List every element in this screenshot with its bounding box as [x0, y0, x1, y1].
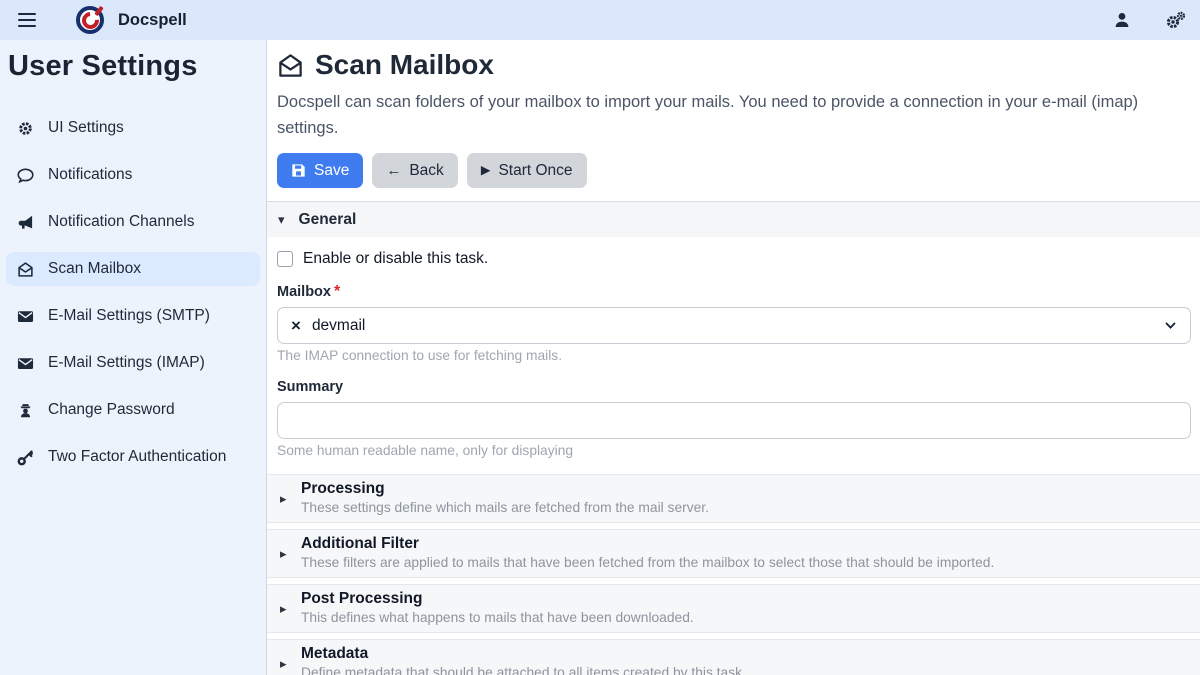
start-once-button-label: Start Once: [498, 162, 572, 180]
arrow-left-icon: ←: [386, 163, 401, 178]
sidebar-item-ui-settings[interactable]: UI Settings: [6, 111, 260, 145]
user-secret-icon: [16, 402, 35, 419]
sidebar-item-two-factor[interactable]: Two Factor Authentication: [6, 440, 260, 474]
enable-task-label: Enable or disable this task.: [303, 250, 488, 268]
play-icon: ▶: [481, 164, 491, 177]
sidebar-item-label: Two Factor Authentication: [48, 448, 226, 466]
processing-section-header[interactable]: ▸ Processing These settings define which…: [267, 474, 1200, 523]
sidebar-title: User Settings: [6, 46, 260, 85]
sidebar-item-email-imap[interactable]: E-Mail Settings (IMAP): [6, 346, 260, 380]
sidebar-item-change-password[interactable]: Change Password: [6, 393, 260, 427]
sidebar-item-label: E-Mail Settings (IMAP): [48, 354, 205, 372]
section-description: This defines what happens to mails that …: [301, 610, 1190, 625]
summary-label: Summary: [277, 379, 343, 395]
caret-down-icon: ▾: [278, 212, 285, 228]
gear-icon: [16, 120, 35, 137]
sidebar-item-email-smtp[interactable]: E-Mail Settings (SMTP): [6, 299, 260, 333]
section-description: These filters are applied to mails that …: [301, 555, 1190, 570]
required-mark: *: [334, 283, 340, 300]
envelope-open-icon: [277, 52, 304, 79]
start-once-button[interactable]: ▶ Start Once: [467, 153, 587, 188]
enable-task-row: Enable or disable this task.: [277, 250, 1191, 268]
app-name[interactable]: Docspell: [118, 11, 187, 30]
post-processing-section-header[interactable]: ▸ Post Processing This defines what happ…: [267, 584, 1200, 633]
section-title: Additional Filter: [301, 535, 1190, 553]
scan-mailbox-panel: Scan Mailbox Docspell can scan folders o…: [267, 40, 1200, 675]
metadata-section-header[interactable]: ▸ Metadata Define metadata that should b…: [267, 639, 1200, 675]
save-button-label: Save: [314, 162, 349, 180]
summary-field: Summary Some human readable name, only f…: [277, 378, 1191, 458]
caret-right-icon: ▸: [280, 656, 287, 672]
collapsed-sections: ▸ Processing These settings define which…: [267, 474, 1200, 675]
section-description: These settings define which mails are fe…: [301, 500, 1190, 515]
page-title-row: Scan Mailbox: [277, 40, 1191, 81]
back-button-label: Back: [409, 162, 443, 180]
mailbox-selected-value: devmail: [312, 317, 365, 335]
summary-input[interactable]: [277, 402, 1191, 439]
chevron-down-icon: [1164, 319, 1177, 332]
save-button[interactable]: Save: [277, 153, 363, 188]
mailbox-field: Mailbox* × devmail The IMAP connection t…: [277, 283, 1191, 363]
general-section-label: General: [299, 211, 357, 229]
docspell-logo-icon[interactable]: [76, 6, 104, 34]
envelope-open-icon: [16, 261, 35, 278]
caret-right-icon: ▸: [280, 491, 287, 507]
sidebar-item-label: Notifications: [48, 166, 132, 184]
summary-helper-text: Some human readable name, only for displ…: [277, 443, 1191, 458]
key-icon: [16, 449, 35, 466]
sidebar-item-scan-mailbox[interactable]: Scan Mailbox: [6, 252, 260, 286]
user-account-icon[interactable]: [1113, 11, 1131, 29]
save-icon: [291, 163, 306, 178]
envelope-icon: [16, 355, 35, 372]
sidebar-item-label: Change Password: [48, 401, 175, 419]
page-title: Scan Mailbox: [315, 49, 494, 81]
comment-icon: [16, 167, 35, 184]
section-title: Metadata: [301, 645, 1190, 663]
mailbox-select[interactable]: × devmail: [277, 307, 1191, 344]
sidebar-nav: UI Settings Notifications Notification C…: [6, 111, 260, 474]
settings-cogs-icon[interactable]: [1165, 11, 1186, 30]
sidebar-item-label: Scan Mailbox: [48, 260, 141, 278]
bullhorn-icon: [16, 214, 35, 231]
page-description: Docspell can scan folders of your mailbo…: [277, 90, 1191, 141]
sidebar-item-label: E-Mail Settings (SMTP): [48, 307, 210, 325]
general-section-header[interactable]: ▾ General: [267, 201, 1200, 237]
mailbox-label: Mailbox: [277, 284, 331, 300]
section-description: Define metadata that should be attached …: [301, 665, 1190, 675]
clear-selection-icon[interactable]: ×: [291, 316, 301, 336]
envelope-icon: [16, 308, 35, 325]
back-button[interactable]: ← Back: [372, 153, 457, 188]
menu-icon[interactable]: [14, 7, 40, 33]
sidebar-item-notification-channels[interactable]: Notification Channels: [6, 205, 260, 239]
additional-filter-section-header[interactable]: ▸ Additional Filter These filters are ap…: [267, 529, 1200, 578]
user-settings-sidebar: User Settings UI Settings Notifications …: [0, 40, 267, 675]
sidebar-item-notifications[interactable]: Notifications: [6, 158, 260, 192]
sidebar-item-label: Notification Channels: [48, 213, 194, 231]
caret-right-icon: ▸: [280, 601, 287, 617]
section-title: Post Processing: [301, 590, 1190, 608]
enable-task-checkbox[interactable]: [277, 251, 293, 267]
caret-right-icon: ▸: [280, 546, 287, 562]
toolbar: Save ← Back ▶ Start Once: [277, 153, 1191, 188]
sidebar-item-label: UI Settings: [48, 119, 124, 137]
top-bar: Docspell: [0, 0, 1200, 40]
section-title: Processing: [301, 480, 1190, 498]
mailbox-helper-text: The IMAP connection to use for fetching …: [277, 348, 1191, 363]
